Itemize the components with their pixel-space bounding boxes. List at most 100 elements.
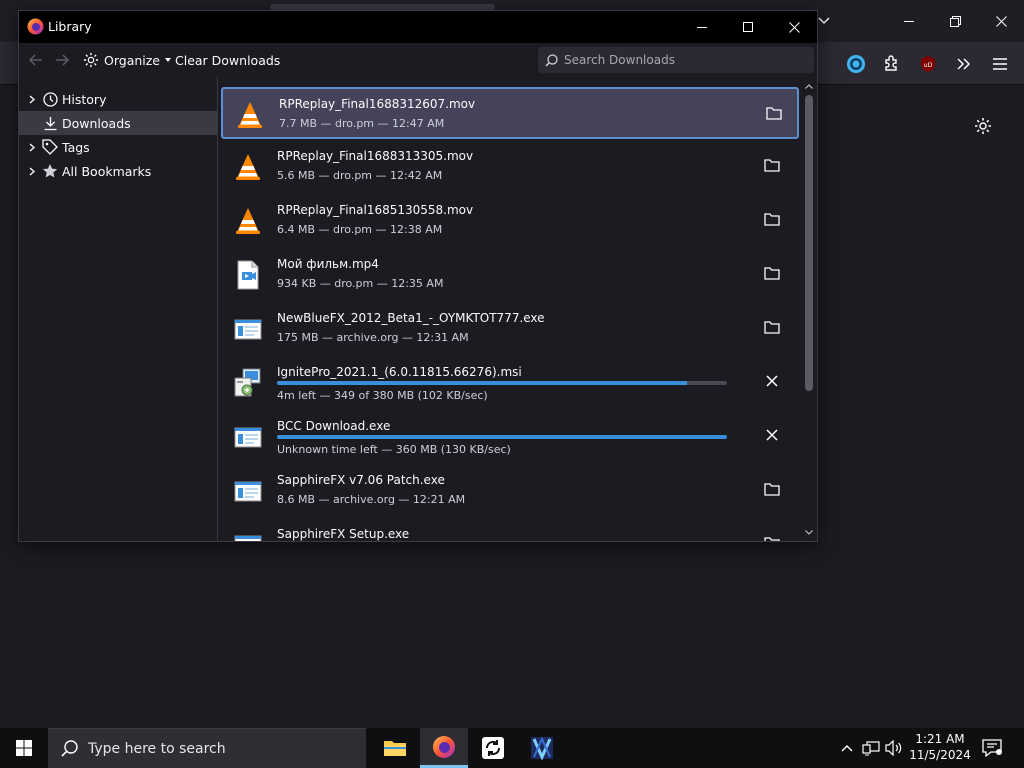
download-item[interactable]: BCC Download.exe Unknown time left — 360 … <box>221 411 799 463</box>
exe-file-icon <box>233 476 263 506</box>
folder-icon <box>764 536 780 541</box>
video-file-icon <box>233 260 263 290</box>
sidebar-item-history[interactable]: History <box>19 87 218 111</box>
gear-icon <box>83 52 99 68</box>
download-progress-bar <box>277 435 727 439</box>
back-button[interactable] <box>27 51 45 69</box>
show-in-folder-button[interactable] <box>761 533 783 541</box>
download-item[interactable]: SapphireFX Setup.exe <box>221 519 799 541</box>
minimize-icon <box>697 26 707 28</box>
show-in-folder-button[interactable] <box>761 209 783 231</box>
newtab-settings-button[interactable] <box>970 113 996 139</box>
download-filename: Мой фильм.mp4 <box>277 257 379 271</box>
sidebar-item-label: Tags <box>62 139 90 155</box>
ublock-button[interactable]: uD <box>914 50 942 78</box>
more-tools-button[interactable] <box>950 50 978 78</box>
search-downloads-input[interactable] <box>564 53 804 67</box>
taskbar-sync-app[interactable] <box>469 728 517 768</box>
folder-icon <box>764 482 780 499</box>
download-item[interactable]: Мой фильм.mp4 934 KB — dro.pm — 12:35 AM <box>221 249 799 301</box>
library-titlebar[interactable]: Library <box>19 11 817 43</box>
clock-date: 11/5/2024 <box>909 748 971 762</box>
download-status: 934 KB — dro.pm — 12:35 AM <box>277 277 444 290</box>
organize-button[interactable]: Organize <box>83 49 171 71</box>
download-filename: BCC Download.exe <box>277 419 391 433</box>
msi-installer-icon <box>233 368 263 398</box>
vlc-icon <box>233 206 263 236</box>
download-item[interactable]: IgnitePro_2021.1_(6.0.11815.66276).msi 4m… <box>221 357 799 409</box>
browser-minimize-button[interactable] <box>886 0 932 42</box>
close-icon <box>766 428 778 444</box>
close-icon <box>766 374 778 390</box>
search-downloads-box[interactable] <box>538 47 814 73</box>
arrow-left-icon <box>29 54 42 66</box>
vlc-icon <box>235 100 265 130</box>
account-button[interactable] <box>842 50 870 78</box>
download-status: Unknown time left — 360 MB (130 KB/sec) <box>277 443 511 456</box>
downloads-scrollbar[interactable] <box>801 77 817 541</box>
search-icon <box>544 53 558 67</box>
download-filename: RPReplay_Final1685130558.mov <box>277 203 474 217</box>
browser-restore-button[interactable] <box>932 0 978 42</box>
show-in-folder-button[interactable] <box>763 103 785 125</box>
download-item[interactable]: RPReplay_Final1688313305.mov 5.6 MB — dro… <box>221 141 799 193</box>
library-close-button[interactable] <box>771 11 817 43</box>
expand-twisty-icon[interactable] <box>27 166 37 176</box>
library-minimize-button[interactable] <box>679 11 725 43</box>
taskbar-video-editor[interactable] <box>518 728 566 768</box>
extensions-button[interactable] <box>878 50 906 78</box>
star-icon <box>42 163 58 179</box>
downloads-list[interactable]: RPReplay_Final1688312607.mov 7.7 MB — dro… <box>219 77 801 541</box>
clock-icon <box>42 91 58 107</box>
cancel-download-button[interactable] <box>761 371 783 393</box>
scroll-thumb[interactable] <box>805 95 813 391</box>
download-item[interactable]: RPReplay_Final1685130558.mov 6.4 MB — dro… <box>221 195 799 247</box>
show-in-folder-button[interactable] <box>761 155 783 177</box>
download-status: 175 MB — archive.org — 12:31 AM <box>277 331 469 344</box>
scroll-down-button[interactable] <box>801 525 817 539</box>
clear-downloads-button[interactable]: Clear Downloads <box>175 53 280 68</box>
forward-button[interactable] <box>53 51 71 69</box>
network-button[interactable] <box>861 738 881 758</box>
cancel-download-button[interactable] <box>761 425 783 447</box>
firefox-icon <box>27 18 44 35</box>
download-status: 7.7 MB — dro.pm — 12:47 AM <box>279 117 445 130</box>
app-menu-button[interactable] <box>986 50 1014 78</box>
sync-icon <box>482 737 504 759</box>
show-in-folder-button[interactable] <box>761 479 783 501</box>
download-item[interactable]: NewBlueFX_2012_Beta1_-_OYMKTOT777.exe 175… <box>221 303 799 355</box>
window-title: Library <box>48 19 92 34</box>
taskbar-search-box[interactable]: Type here to search <box>48 728 366 768</box>
close-icon <box>788 21 800 33</box>
exe-file-icon <box>233 530 263 541</box>
library-maximize-button[interactable] <box>725 11 771 43</box>
expand-twisty-icon[interactable] <box>27 94 37 104</box>
taskbar-firefox[interactable] <box>420 728 468 768</box>
show-in-folder-button[interactable] <box>761 317 783 339</box>
download-progress-fill <box>277 381 687 385</box>
download-item[interactable]: RPReplay_Final1688312607.mov 7.7 MB — dro… <box>221 87 799 139</box>
maximize-icon <box>743 22 753 32</box>
download-filename: RPReplay_Final1688313305.mov <box>277 149 474 163</box>
start-button[interactable] <box>0 728 48 768</box>
browser-close-button[interactable] <box>978 0 1024 42</box>
download-filename: NewBlueFX_2012_Beta1_-_OYMKTOT777.exe <box>277 311 545 325</box>
download-progress-bar <box>277 381 727 385</box>
show-hidden-icons-button[interactable] <box>837 738 857 758</box>
volume-button[interactable] <box>884 738 904 758</box>
sidebar-item-all-bookmarks[interactable]: All Bookmarks <box>19 159 218 183</box>
scroll-up-button[interactable] <box>801 79 817 93</box>
sidebar-item-downloads[interactable]: Downloads <box>19 111 218 135</box>
exe-file-icon <box>233 314 263 344</box>
puzzle-icon <box>885 55 897 71</box>
expand-twisty-icon[interactable] <box>27 142 37 152</box>
sidebar-item-tags[interactable]: Tags <box>19 135 218 159</box>
firefox-icon <box>433 735 455 758</box>
download-item[interactable]: SapphireFX v7.06 Patch.exe 8.6 MB — archi… <box>221 465 799 517</box>
library-sidebar: History Downloads Tags All Bookmarks <box>19 77 218 541</box>
taskbar-file-explorer[interactable] <box>371 728 419 768</box>
notifications-button[interactable] <box>980 736 1004 760</box>
folder-icon <box>764 158 780 175</box>
taskbar-clock[interactable]: 1:21 AM 11/5/2024 <box>906 731 974 763</box>
show-in-folder-button[interactable] <box>761 263 783 285</box>
